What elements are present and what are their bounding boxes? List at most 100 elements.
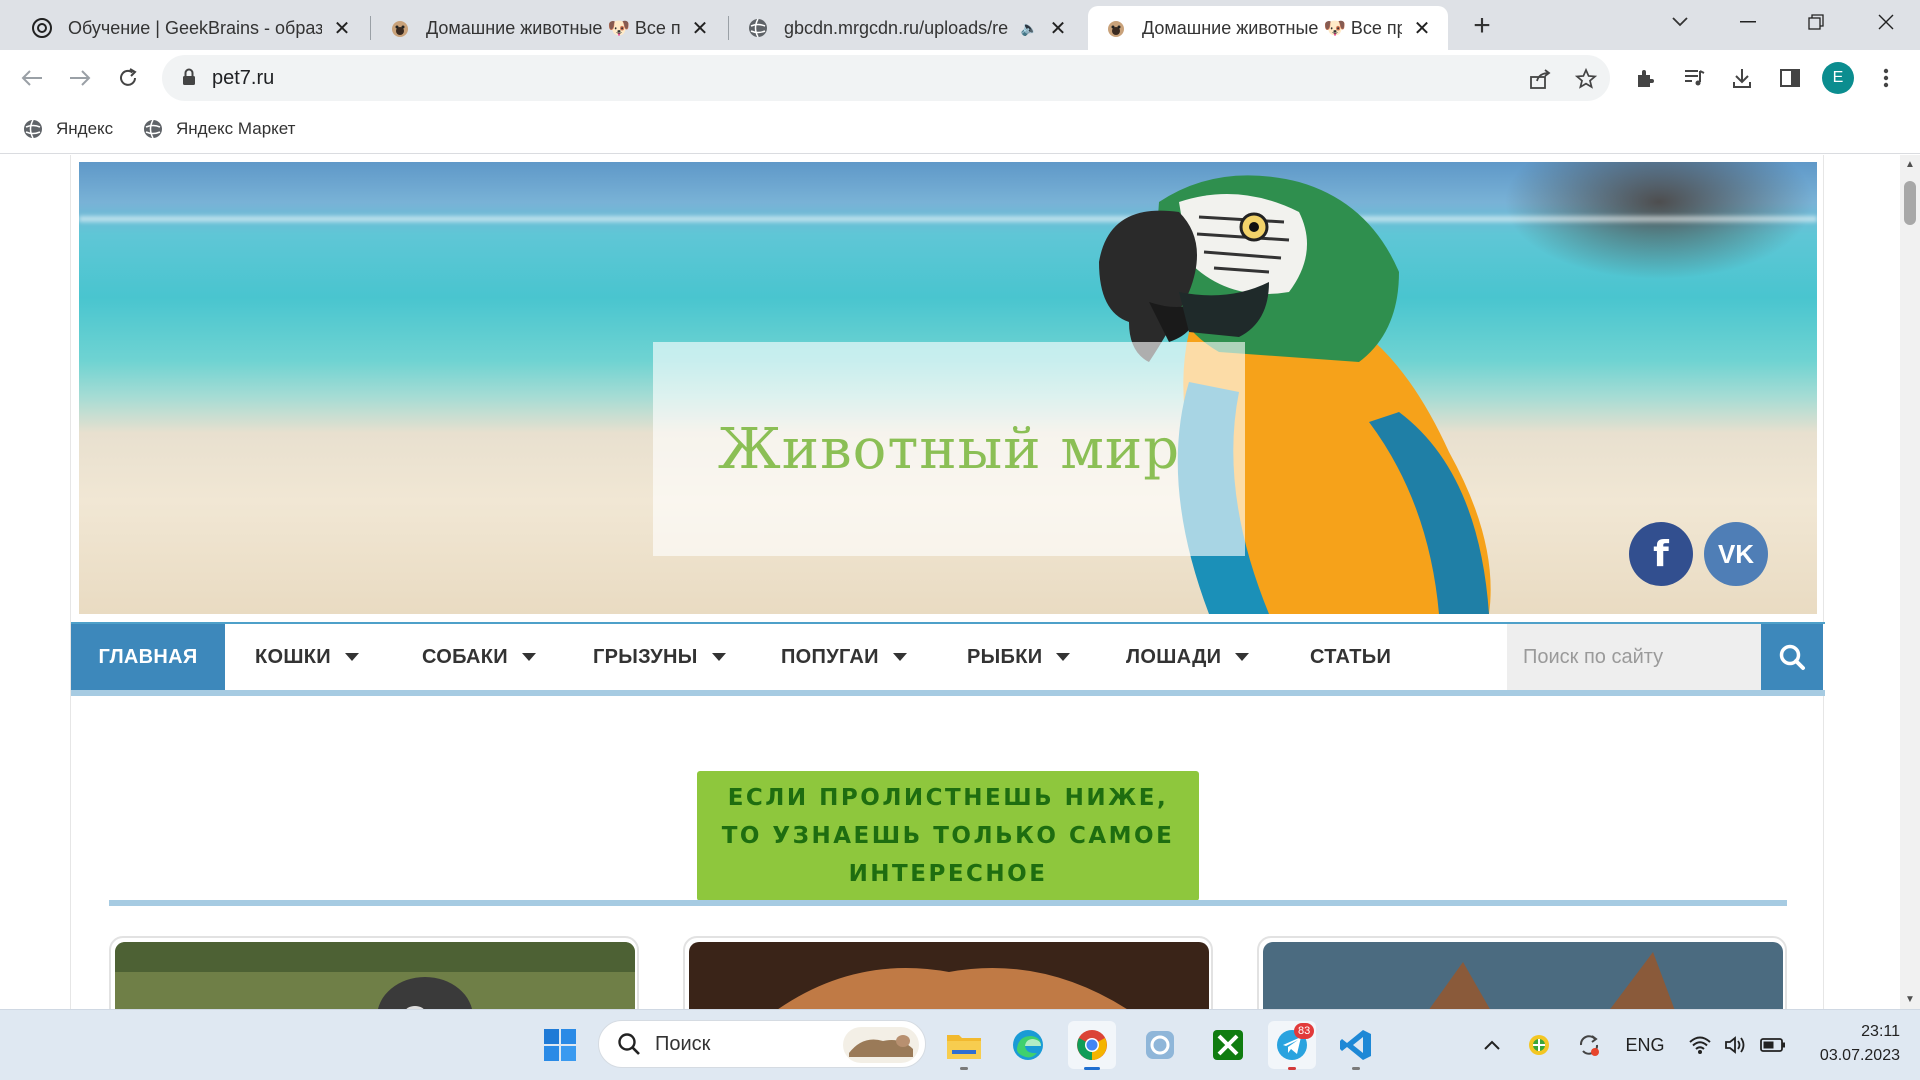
banner-line: то узнаешь только самое: [721, 823, 1175, 849]
close-tab-icon[interactable]: ✕: [1046, 16, 1070, 40]
search-icon: [618, 1033, 640, 1055]
nav-item-rodents[interactable]: ГРЫЗУНЫ: [593, 624, 726, 690]
article-card[interactable]: [1257, 936, 1787, 1009]
new-tab-button[interactable]: +: [1466, 9, 1498, 42]
nav-label: СТАТЬИ: [1310, 645, 1392, 668]
restore-button[interactable]: [1786, 0, 1846, 44]
taskbar-edge[interactable]: [1004, 1021, 1052, 1069]
tab-title: Обучение | GeekBrains - образо: [68, 17, 322, 38]
xbox-icon: [1213, 1030, 1243, 1060]
scroll-up-arrow-icon[interactable]: ▲: [1905, 159, 1915, 170]
hero-title-box: Животный мир: [653, 342, 1245, 556]
nav-item-dogs[interactable]: СОБАКИ: [422, 624, 536, 690]
nav-item-cats[interactable]: КОШКИ: [255, 624, 359, 690]
minimize-button[interactable]: [1718, 0, 1778, 44]
url-text: pet7.ru: [212, 67, 275, 89]
nav-label: ГРЫЗУНЫ: [593, 645, 698, 668]
lock-icon[interactable]: [182, 68, 196, 91]
tray-app-icon[interactable]: [1522, 1028, 1556, 1062]
tab-title: Домашние животные 🐶 Все пр: [1142, 17, 1402, 38]
taskbar-telegram[interactable]: 83: [1268, 1021, 1316, 1069]
cat-photo: [1263, 942, 1783, 1009]
facebook-button[interactable]: f: [1629, 522, 1693, 586]
tab-title: Домашние животные 🐶 Все пр: [426, 17, 680, 38]
promo-banner: Если пролистнешь ниже, то узнаешь только…: [697, 771, 1199, 901]
language-indicator[interactable]: ENG: [1620, 1028, 1670, 1062]
site-search-button[interactable]: [1761, 624, 1823, 690]
profile-avatar[interactable]: E: [1822, 62, 1854, 94]
tab-pets-1[interactable]: Домашние животные 🐶 Все пр ✕: [372, 6, 726, 50]
nav-underline: [71, 690, 1825, 696]
site-search-input[interactable]: [1507, 624, 1761, 690]
wifi-icon[interactable]: [1684, 1028, 1716, 1062]
nav-item-horses[interactable]: ЛОШАДИ: [1126, 624, 1250, 690]
close-tab-icon[interactable]: ✕: [330, 16, 354, 40]
nav-label: РЫБКИ: [967, 645, 1043, 668]
close-window-button[interactable]: [1856, 0, 1916, 44]
taskbar-chrome[interactable]: [1068, 1021, 1116, 1069]
back-button[interactable]: [14, 60, 50, 96]
tab-gbcdn[interactable]: gbcdn.mrgcdn.ru/uploads/re 🔈 ✕: [730, 6, 1084, 50]
media-controls-icon[interactable]: [1676, 60, 1712, 96]
page-scrollbar[interactable]: ▲ ▼: [1900, 155, 1920, 1009]
taskbar-file-explorer[interactable]: [940, 1021, 988, 1069]
pug-icon: [1104, 16, 1128, 40]
caret-down-icon: [1056, 653, 1071, 661]
folder-icon: [947, 1035, 981, 1059]
search-highlight-image: [843, 1027, 919, 1063]
nav-item-parrots[interactable]: ПОПУГАИ: [781, 624, 907, 690]
close-tab-icon[interactable]: ✕: [688, 16, 712, 40]
close-tab-icon[interactable]: ✕: [1410, 16, 1434, 40]
speaker-icon[interactable]: 🔈: [1021, 20, 1038, 37]
side-panel-icon[interactable]: [1772, 60, 1808, 96]
running-indicator: [1352, 1067, 1360, 1070]
telegram-badge: 83: [1294, 1023, 1315, 1039]
nav-item-home[interactable]: ГЛАВНАЯ: [71, 624, 225, 690]
menu-kebab-icon[interactable]: [1868, 60, 1904, 96]
battery-icon[interactable]: [1756, 1028, 1790, 1062]
article-card[interactable]: [683, 936, 1213, 1009]
nav-item-fish[interactable]: РЫБКИ: [967, 624, 1071, 690]
sea-foam: [79, 216, 1817, 222]
remote-desktop-icon: [1146, 1031, 1174, 1059]
banner-line: интересное: [848, 861, 1048, 887]
reload-button[interactable]: [110, 60, 146, 96]
share-icon[interactable]: [1526, 65, 1554, 93]
site-title[interactable]: Животный мир: [718, 417, 1180, 482]
bookmark-star-icon[interactable]: [1572, 65, 1600, 93]
vscode-icon: [1340, 1030, 1371, 1060]
system-clock[interactable]: 23:11 03.07.2023: [1800, 1020, 1900, 1068]
running-indicator: [1288, 1067, 1296, 1070]
volume-icon[interactable]: [1720, 1028, 1752, 1062]
active-indicator: [1084, 1067, 1100, 1070]
taskbar-search[interactable]: Поиск: [598, 1020, 926, 1068]
main-nav: ГЛАВНАЯ КОШКИ СОБАКИ ГРЫЗУНЫ ПОПУГАИ РЫБ…: [71, 622, 1825, 690]
globe-icon: [746, 16, 770, 40]
chrome-icon: [1077, 1030, 1107, 1060]
tab-search-chevron-icon[interactable]: [1650, 0, 1710, 44]
address-bar[interactable]: pet7.ru: [162, 55, 1610, 101]
taskbar-vscode[interactable]: [1332, 1021, 1380, 1069]
article-card[interactable]: [109, 936, 639, 1009]
banner-line: Если пролистнешь ниже,: [727, 785, 1169, 811]
taskbar-remote-app[interactable]: [1136, 1021, 1184, 1069]
clock-date: 03.07.2023: [1819, 1047, 1900, 1064]
scroll-down-arrow-icon[interactable]: ▼: [1905, 994, 1915, 1005]
tab-pets-active[interactable]: Домашние животные 🐶 Все пр ✕: [1088, 6, 1448, 50]
tray-chevron-icon[interactable]: [1478, 1028, 1506, 1062]
bookmark-yandex[interactable]: Яндекс: [22, 114, 113, 144]
tab-geekbrains[interactable]: Обучение | GeekBrains - образо ✕: [14, 6, 368, 50]
nav-label: ПОПУГАИ: [781, 645, 879, 668]
running-indicator: [960, 1067, 968, 1070]
vk-button[interactable]: VK: [1704, 522, 1768, 586]
scroll-thumb[interactable]: [1904, 181, 1916, 225]
download-icon[interactable]: [1724, 60, 1760, 96]
start-button[interactable]: [536, 1021, 584, 1069]
taskbar-xbox[interactable]: [1204, 1021, 1252, 1069]
nav-item-articles[interactable]: СТАТЬИ: [1310, 624, 1391, 690]
extensions-icon[interactable]: [1628, 60, 1664, 96]
forward-button[interactable]: [62, 60, 98, 96]
sync-icon[interactable]: [1572, 1028, 1606, 1062]
bookmark-yandex-market[interactable]: Яндекс Маркет: [142, 114, 295, 144]
pug-icon: [388, 16, 412, 40]
